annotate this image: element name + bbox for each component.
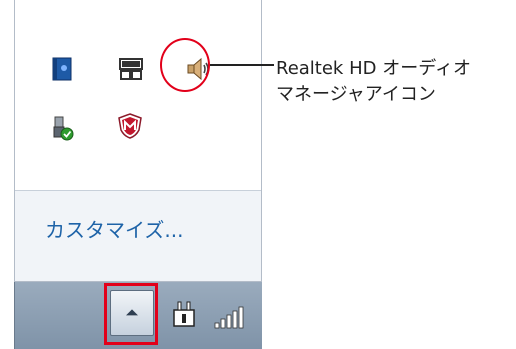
mcafee-shield-icon[interactable] bbox=[117, 113, 143, 139]
book-icon[interactable] bbox=[49, 56, 75, 82]
signal-bars-icon[interactable] bbox=[214, 303, 244, 329]
show-hidden-icons-button[interactable] bbox=[110, 290, 154, 336]
callout-line-1: Realtek HD オーディオ bbox=[276, 58, 471, 79]
callout-leader-line bbox=[210, 64, 274, 66]
network-icon[interactable] bbox=[118, 56, 144, 82]
separator bbox=[15, 190, 261, 191]
notification-overflow-popup: カスタマイズ... bbox=[14, 0, 262, 282]
callout-line-2: マネージャアイコン bbox=[276, 84, 436, 105]
callout-text: Realtek HD オーディオ マネージャアイコン bbox=[276, 56, 471, 108]
power-plug-icon[interactable] bbox=[172, 300, 196, 328]
customize-link[interactable]: カスタマイズ... bbox=[45, 214, 183, 243]
chevron-up-icon bbox=[126, 309, 138, 316]
speaker-highlight-circle bbox=[160, 38, 210, 92]
tray-icons-area bbox=[15, 0, 261, 190]
usb-device-icon[interactable] bbox=[49, 115, 75, 141]
